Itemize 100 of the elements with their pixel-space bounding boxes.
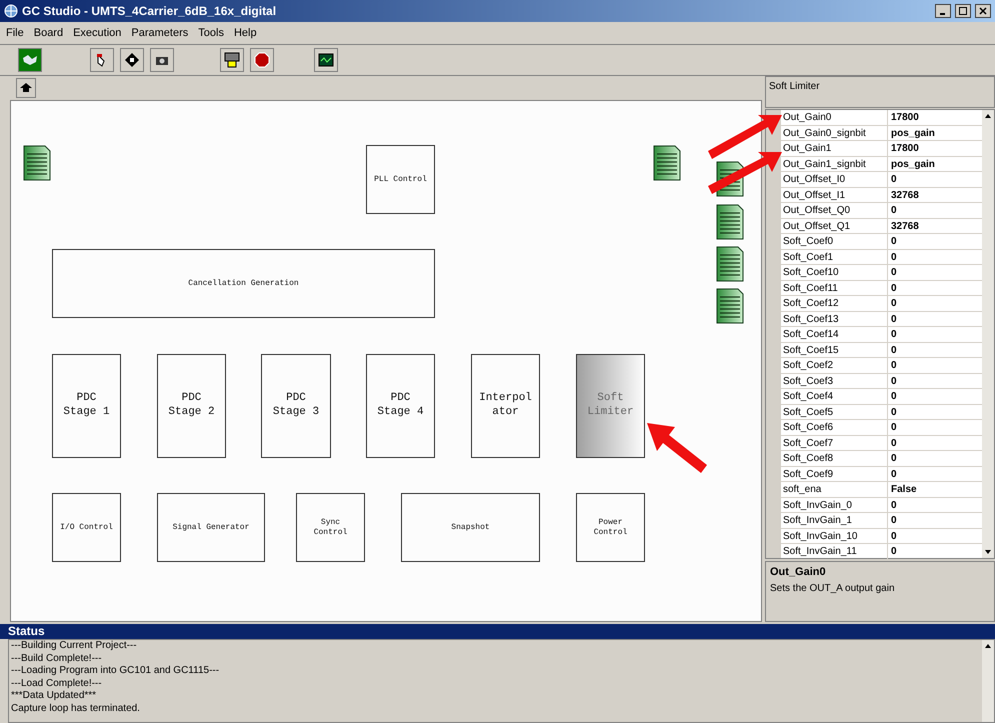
stop-button[interactable] [250,48,274,72]
property-value[interactable]: 0 [888,342,982,357]
property-name[interactable]: Soft_Coef5 [781,404,888,419]
scrollbar[interactable] [982,640,994,722]
capture-button[interactable] [150,48,174,72]
load-button[interactable] [220,48,244,72]
property-value[interactable]: 32768 [888,188,982,202]
property-value[interactable]: 0 [888,498,982,512]
property-value[interactable]: pos_gain [888,156,982,171]
connect-button[interactable] [18,48,42,72]
property-value[interactable]: 17800 [888,110,982,124]
scope-button[interactable] [314,48,338,72]
block[interactable]: PDC Stage 3 [261,354,331,458]
menu-item[interactable]: Help [234,24,257,42]
property-name[interactable]: Soft_Coef1 [781,250,888,264]
property-value[interactable]: 0 [888,374,982,388]
property-name[interactable]: Soft_InvGain_10 [781,528,888,543]
document-icon[interactable] [716,204,744,240]
block[interactable]: Snapshot [401,493,540,562]
menu-item[interactable]: Board [34,24,64,42]
property-name[interactable]: Soft_Coef4 [781,389,888,404]
monitor-icon [318,53,334,67]
property-name[interactable]: Soft_Coef14 [781,327,888,342]
document-icon[interactable] [716,288,744,324]
property-value[interactable]: 0 [888,250,982,264]
property-value[interactable]: 0 [888,327,982,342]
property-name[interactable]: Soft_Coef11 [781,280,888,295]
status-line: ***Data Updated*** [11,690,98,702]
house-icon [20,83,32,93]
status-header: Status [0,624,995,639]
block[interactable]: PDC Stage 2 [157,354,226,458]
property-name[interactable]: Soft_Coef10 [781,265,888,280]
property-name[interactable]: Soft_Coef2 [781,358,888,372]
menu-item[interactable]: Tools [198,24,224,42]
property-name[interactable]: Out_Gain1_signbit [781,156,888,171]
document-icon[interactable] [716,246,744,282]
globe-icon [4,4,18,18]
property-name[interactable]: Out_Offset_I1 [781,188,888,202]
property-value[interactable]: 0 [888,203,982,218]
menu-item[interactable]: Execution [73,24,122,42]
block[interactable]: PDC Stage 4 [366,354,435,458]
block[interactable]: PDC Stage 1 [52,354,121,458]
pointer-button[interactable] [90,48,114,72]
property-name[interactable]: Soft_InvGain_1 [781,513,888,528]
property-name[interactable]: Soft_Coef6 [781,420,888,434]
status-line: ---Build Complete!--- [11,652,103,665]
home-button[interactable] [16,78,36,98]
property-name[interactable]: Soft_Coef0 [781,234,888,248]
property-value[interactable]: 0 [888,280,982,295]
property-value[interactable]: 0 [888,544,982,558]
property-name[interactable]: Out_Offset_Q1 [781,218,888,233]
maximize-button[interactable] [955,4,971,18]
block[interactable]: Power Control [576,493,645,562]
property-name[interactable]: Soft_Coef13 [781,312,888,326]
property-value[interactable]: 0 [888,451,982,466]
property-value[interactable]: 0 [888,358,982,372]
menu-item[interactable]: File [6,24,24,42]
property-value[interactable]: 32768 [888,218,982,233]
property-value[interactable]: pos_gain [888,126,982,140]
property-name[interactable]: Soft_Coef3 [781,374,888,388]
pointer-arrow [647,423,707,473]
property-name[interactable]: Soft_Coef15 [781,342,888,357]
property-value[interactable]: 0 [888,296,982,310]
property-name[interactable]: Soft_InvGain_11 [781,544,888,558]
property-name[interactable]: Soft_Coef7 [781,436,888,450]
block[interactable]: Cancellation Generation [52,249,435,318]
block[interactable]: Signal Generator [157,493,265,562]
property-name[interactable]: Soft_Coef12 [781,296,888,310]
property-value[interactable]: 0 [888,265,982,280]
property-value[interactable]: 0 [888,389,982,404]
property-name[interactable]: soft_ena [781,482,888,496]
property-value[interactable]: 0 [888,513,982,528]
close-button[interactable] [975,4,991,18]
property-name[interactable]: Soft_Coef8 [781,451,888,466]
block[interactable]: PLL Control [366,145,435,214]
property-value[interactable]: 0 [888,420,982,434]
block[interactable]: I/O Control [52,493,121,562]
property-value[interactable]: 0 [888,436,982,450]
chip-button[interactable] [120,48,144,72]
property-value[interactable]: False [888,482,982,496]
property-value[interactable]: 0 [888,312,982,326]
property-name[interactable]: Out_Offset_Q0 [781,203,888,218]
scrollbar[interactable] [982,110,994,558]
menu-item[interactable]: Parameters [131,24,188,42]
property-name[interactable]: Out_Offset_I0 [781,172,888,186]
property-name[interactable]: Out_Gain0_signbit [781,126,888,140]
property-value[interactable]: 0 [888,404,982,419]
minimize-button[interactable] [935,4,951,18]
document-icon[interactable] [653,145,681,181]
property-value[interactable]: 0 [888,172,982,186]
block[interactable]: Sync Control [296,493,365,562]
property-name[interactable]: Soft_Coef9 [781,466,888,481]
property-name[interactable]: Soft_InvGain_0 [781,498,888,512]
block[interactable]: Interpol ator [471,354,540,458]
block[interactable]: Soft Limiter [576,354,645,458]
property-value[interactable]: 17800 [888,141,982,156]
property-value[interactable]: 0 [888,466,982,481]
property-value[interactable]: 0 [888,528,982,543]
document-icon[interactable] [23,145,51,181]
property-value[interactable]: 0 [888,234,982,248]
